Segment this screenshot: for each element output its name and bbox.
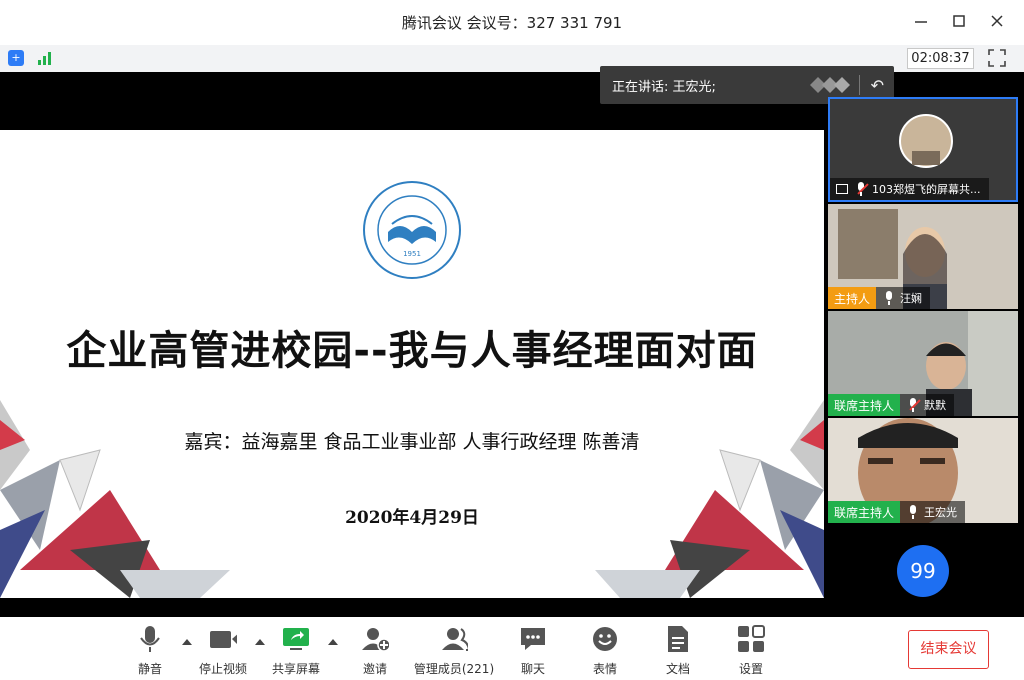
minimize-icon xyxy=(915,21,927,23)
chat-button[interactable]: 聊天 xyxy=(498,625,568,677)
maximize-button[interactable] xyxy=(950,12,968,30)
share-screen-label: 共享屏幕 xyxy=(271,662,320,676)
emoji-label: 表情 xyxy=(592,662,617,676)
microphone-icon xyxy=(136,625,164,653)
close-button[interactable] xyxy=(988,12,1006,30)
members-icon xyxy=(440,625,468,653)
shared-slide: 1951 企业高管进校园--我与人事经理面对面 嘉宾：益海嘉里 食品工业事业部 … xyxy=(0,130,824,598)
participant-tile[interactable]: 联席主持人 默默 xyxy=(828,311,1018,416)
manage-members-label: 管理成员(221) xyxy=(413,662,495,676)
participant-name: 王宏光 xyxy=(924,506,958,519)
camera-icon xyxy=(209,625,237,653)
settings-button[interactable]: 设置 xyxy=(716,625,786,677)
mute-button[interactable]: 静音 xyxy=(115,625,185,677)
end-meeting-button[interactable]: 结束会议 xyxy=(908,630,989,669)
meeting-toolbar: 静音 停止视频 共享屏幕 邀请 管理成员(221) 聊天 表情 文档 设置 结束… xyxy=(0,617,1024,680)
grid-settings-icon xyxy=(737,625,765,653)
minimize-button[interactable] xyxy=(912,12,930,30)
share-screen-button[interactable]: 共享屏幕 xyxy=(261,625,331,677)
participant-rail: 103郑煜飞的屏幕共... 主持人 汪娴 联席主持人 默默 联席主持人 王宏光 xyxy=(828,97,1018,617)
maximize-icon xyxy=(953,15,965,27)
chat-label: 聊天 xyxy=(520,662,545,676)
participant-avatar[interactable]: 99 xyxy=(897,545,949,597)
close-icon xyxy=(991,15,1003,27)
participant-name: 103郑煜飞的屏幕共... xyxy=(872,183,981,196)
participant-tile[interactable]: 103郑煜飞的屏幕共... xyxy=(828,97,1018,202)
title-bar: 腾讯会议 会议号：327 331 791 xyxy=(0,0,1024,45)
emoji-button[interactable]: 表情 xyxy=(570,625,640,677)
settings-label: 设置 xyxy=(738,662,763,676)
screen-share-icon xyxy=(836,184,848,194)
mic-icon xyxy=(908,505,918,519)
emoji-icon xyxy=(591,625,619,653)
slide-title: 企业高管进校园--我与人事经理面对面 xyxy=(66,328,758,374)
fullscreen-icon[interactable] xyxy=(988,49,1006,67)
document-icon xyxy=(664,625,692,653)
slide-date: 2020年4月29日 xyxy=(345,508,479,528)
slide-guest: 嘉宾：益海嘉里 食品工业事业部 人事行政经理 陈善清 xyxy=(184,431,640,453)
cohost-badge: 联席主持人 xyxy=(828,501,901,523)
participant-name: 汪娴 xyxy=(900,292,923,305)
docs-label: 文档 xyxy=(665,662,690,676)
host-badge: 主持人 xyxy=(828,287,877,309)
docs-button[interactable]: 文档 xyxy=(643,625,713,677)
participant-tile[interactable]: 联席主持人 王宏光 xyxy=(828,418,1018,523)
invite-label: 邀请 xyxy=(362,662,387,676)
mic-muted-icon xyxy=(856,182,869,196)
speaking-label: 正在讲话: 王宏光; xyxy=(612,79,716,95)
stop-video-button[interactable]: 停止视频 xyxy=(188,625,258,677)
invite-button[interactable]: 邀请 xyxy=(340,625,410,677)
stop-video-label: 停止视频 xyxy=(198,662,247,676)
university-logo: 1951 xyxy=(362,180,462,280)
participant-tile[interactable]: 主持人 汪娴 xyxy=(828,204,1018,309)
mute-label: 静音 xyxy=(137,662,162,676)
speaker-avatars xyxy=(806,75,854,95)
logo-year: 1951 xyxy=(403,250,421,258)
window-title: 腾讯会议 会议号：327 331 791 xyxy=(401,14,623,32)
chat-icon xyxy=(519,625,547,653)
shield-icon[interactable]: + xyxy=(8,50,24,66)
share-screen-icon xyxy=(282,625,310,653)
meeting-timer: 02:08:37 xyxy=(907,48,974,69)
share-options-caret[interactable] xyxy=(328,639,338,645)
participant-name: 默默 xyxy=(924,399,947,412)
add-user-icon xyxy=(361,625,389,653)
manage-members-button[interactable]: 管理成员(221) xyxy=(414,625,494,677)
mic-icon xyxy=(884,291,894,305)
reply-icon[interactable]: ↶ xyxy=(871,76,884,95)
signal-icon[interactable] xyxy=(38,49,54,65)
mic-muted-icon xyxy=(908,398,921,412)
cohost-badge: 联席主持人 xyxy=(828,394,901,416)
